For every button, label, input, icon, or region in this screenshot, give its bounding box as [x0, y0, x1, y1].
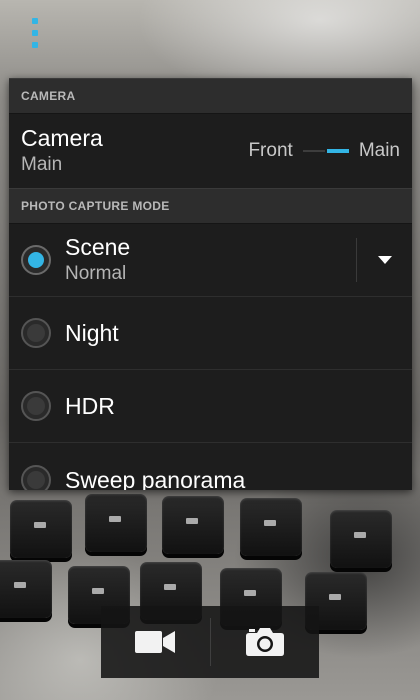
radio-unselected-icon[interactable] [21, 391, 51, 421]
mode-label: HDR [65, 393, 115, 419]
capture-mode-bar [101, 606, 319, 678]
camera-icon [245, 628, 284, 656]
mode-label: Night [65, 320, 119, 346]
mode-night[interactable]: Night [9, 297, 412, 370]
switch-front-label: Front [248, 140, 293, 161]
mode-label: Sweep panorama [65, 466, 246, 491]
mode-sub-label: Normal [65, 263, 127, 284]
radio-unselected-icon[interactable] [21, 464, 51, 490]
photo-mode-button[interactable] [211, 606, 320, 678]
camera-value: Main [21, 154, 63, 175]
mode-sweep-panorama[interactable]: Sweep panorama [9, 443, 412, 490]
camera-settings-panel: CAMERA Camera Main Front Main PHOTO CAPT… [9, 78, 412, 490]
overflow-menu-icon[interactable] [30, 18, 40, 48]
camera-select-row[interactable]: Camera Main Front Main [9, 114, 412, 188]
mode-hdr[interactable]: HDR [9, 370, 412, 443]
dropdown-arrow-icon [377, 256, 392, 264]
switch-main-label: Main [358, 140, 400, 161]
switch-track[interactable] [302, 149, 349, 153]
radio-selected-icon[interactable] [21, 245, 51, 275]
camera-title: Camera [21, 125, 103, 151]
camera-section-header: CAMERA [9, 78, 412, 114]
video-camera-icon [135, 631, 176, 653]
mode-scene[interactable]: Scene Normal [9, 224, 412, 297]
scene-dropdown-button[interactable] [356, 238, 412, 282]
mode-label: Scene [65, 234, 131, 260]
camera-switch[interactable]: Front Main [248, 140, 400, 162]
radio-unselected-icon[interactable] [21, 318, 51, 348]
photo-capture-header: PHOTO CAPTURE MODE [9, 188, 412, 224]
video-mode-button[interactable] [101, 606, 210, 678]
